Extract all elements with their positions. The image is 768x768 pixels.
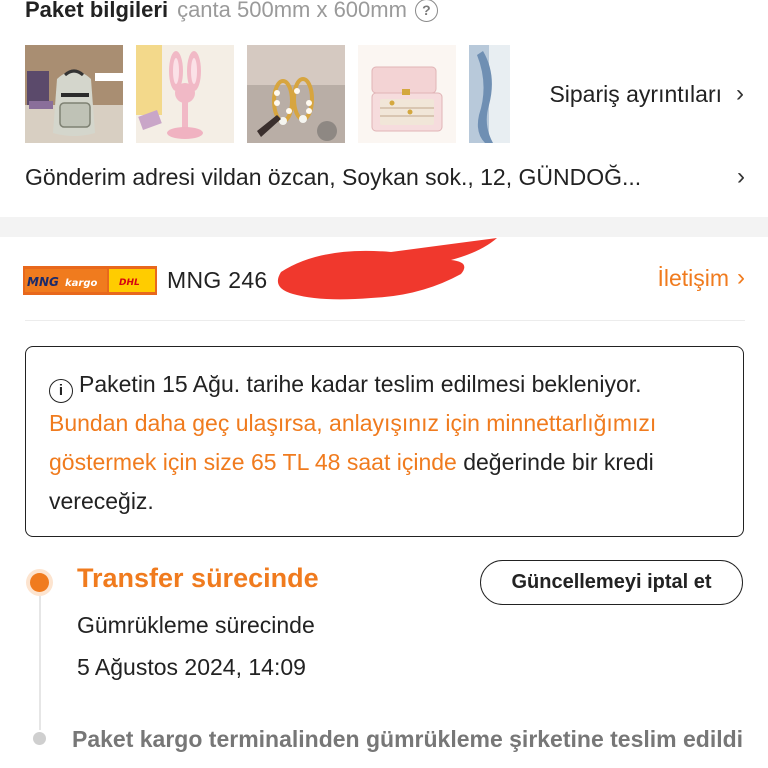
info-icon: i (49, 378, 73, 403)
product-thumbnails[interactable] (25, 45, 510, 143)
chevron-right-icon: › (737, 264, 745, 291)
status-subtitle: Gümrükleme sürecinde (77, 612, 315, 638)
timeline-active-dot (30, 573, 49, 592)
chevron-right-icon: › (737, 163, 745, 190)
timeline-connector (39, 596, 41, 730)
carrier-row: MNG kargo DHL MNG 246 İletişim › (23, 238, 745, 300)
status-title: Transfer sürecinde (77, 563, 319, 593)
logo-mng: MNG (27, 275, 59, 289)
order-details-link[interactable]: Sipariş ayrıntıları › (549, 80, 744, 108)
thumbnail-bunny-stand[interactable] (136, 45, 234, 143)
help-icon[interactable]: ? (414, 0, 438, 22)
thumbnail-partial-item[interactable] (469, 45, 510, 143)
chevron-right-icon: › (736, 80, 744, 107)
timeline-event-text: Paket kargo terminalinden gümrükleme şir… (72, 726, 744, 752)
delivery-guarantee-notice: i Paketin 15 Ağu. tarihe kadar teslim edi… (25, 346, 744, 537)
package-size: çanta 500mm x 600mm (177, 0, 407, 22)
shipping-address: Gönderim adresi vildan özcan, Soykan sok… (25, 163, 642, 190)
cancel-updates-button[interactable]: Güncellemeyi iptal et (480, 560, 743, 605)
logo-kargo: kargo (65, 278, 97, 289)
thumbnail-backpack[interactable] (25, 45, 123, 143)
package-info-header: Paket bilgileri çanta 500mm x 600mm ? (25, 0, 438, 26)
shipping-address-row[interactable]: Gönderim adresi vildan özcan, Soykan sok… (25, 163, 745, 191)
thumbnail-jewelry-box[interactable] (358, 45, 456, 143)
package-info-title: Paket bilgileri (25, 0, 169, 22)
thumbnail-pearl-earrings[interactable] (247, 45, 345, 143)
contact-label: İletişim (657, 264, 729, 291)
status-timestamp: 5 Ağustos 2024, 14:09 (77, 654, 306, 680)
order-details-label: Sipariş ayrıntıları (549, 80, 722, 107)
notice-text: Paketin 15 Ağu. tarihe kadar teslim edil… (79, 371, 642, 397)
logo-dhl: DHL (119, 278, 140, 288)
redaction-scribble (277, 238, 497, 300)
tracking-number: MNG 246 (167, 266, 268, 293)
contact-link[interactable]: İletişim › (657, 264, 745, 292)
divider-line (25, 320, 745, 321)
timeline-past-dot (33, 732, 46, 745)
mng-dhl-logo: MNG kargo DHL (23, 265, 157, 295)
